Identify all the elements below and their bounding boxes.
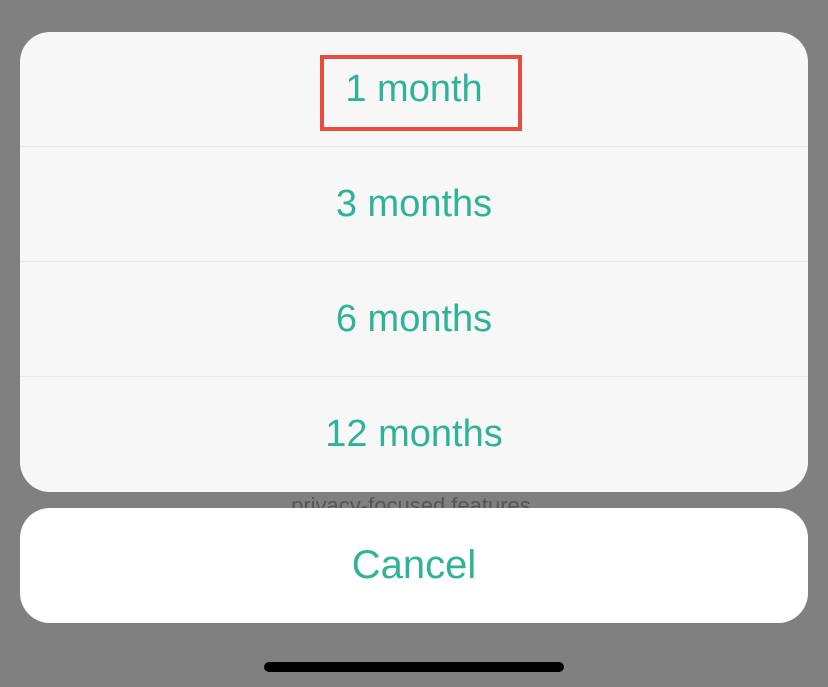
duration-action-sheet: 1 month 3 months 6 months 12 months — [20, 32, 808, 492]
option-label: 6 months — [336, 298, 492, 341]
option-6-months[interactable]: 6 months — [20, 262, 808, 377]
home-indicator[interactable] — [264, 662, 564, 672]
option-12-months[interactable]: 12 months — [20, 377, 808, 492]
cancel-label: Cancel — [352, 543, 477, 588]
option-1-month[interactable]: 1 month — [20, 32, 808, 147]
option-label: 3 months — [336, 183, 492, 226]
cancel-sheet: Cancel — [20, 508, 808, 623]
option-label: 1 month — [345, 68, 482, 111]
cancel-button[interactable]: Cancel — [20, 508, 808, 623]
option-3-months[interactable]: 3 months — [20, 147, 808, 262]
option-label: 12 months — [325, 413, 502, 456]
